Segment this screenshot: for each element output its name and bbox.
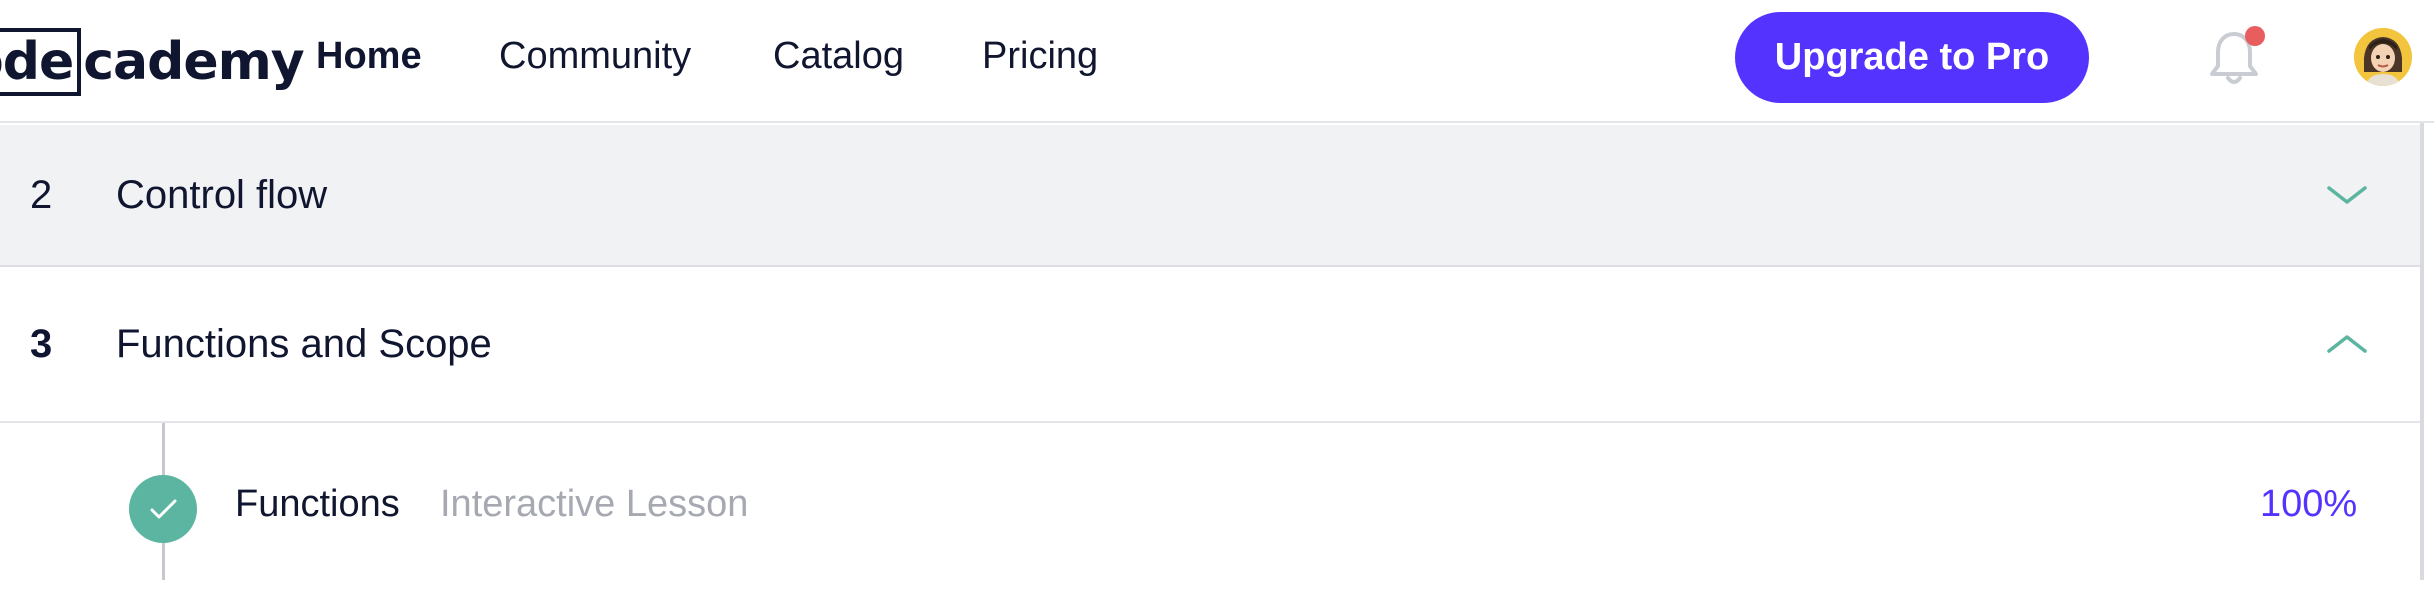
chevron-down-icon[interactable] <box>2325 182 2369 208</box>
module-row-functions-and-scope[interactable]: 3 Functions and Scope <box>0 267 2420 423</box>
logo-text: cademy <box>83 32 304 92</box>
lesson-progress: 100% <box>2260 483 2358 525</box>
notification-dot <box>2245 26 2265 46</box>
chevron-up-icon[interactable] <box>2325 331 2369 357</box>
codecademy-logo[interactable]: odecademy <box>0 24 305 100</box>
module-number: 2 <box>30 172 53 217</box>
upgrade-to-pro-button[interactable]: Upgrade to Pro <box>1735 12 2089 103</box>
nav-community-link[interactable]: Community <box>499 28 691 84</box>
completed-status <box>129 475 197 543</box>
module-row-control-flow[interactable]: 2 Control flow <box>0 125 2420 267</box>
scrollbar-track[interactable] <box>2420 123 2424 580</box>
lesson-type: Interactive Lesson <box>440 483 749 525</box>
module-title: Functions and Scope <box>116 321 492 366</box>
user-avatar[interactable] <box>2354 28 2412 86</box>
lesson-row-functions[interactable]: Functions Interactive Lesson 100% <box>0 425 2420 590</box>
module-number: 3 <box>30 321 53 366</box>
lesson-title: Functions <box>235 483 400 525</box>
nav-catalog-link[interactable]: Catalog <box>773 28 904 84</box>
module-title: Control flow <box>116 172 328 217</box>
logo-box: ode <box>0 28 82 96</box>
check-icon <box>150 499 177 519</box>
nav-pricing-link[interactable]: Pricing <box>982 28 1098 84</box>
avatar-illustration <box>2354 28 2412 86</box>
top-navbar: odecademy Home Community Catalog Pricing… <box>0 0 2434 123</box>
nav-home-link[interactable]: Home <box>316 28 422 84</box>
